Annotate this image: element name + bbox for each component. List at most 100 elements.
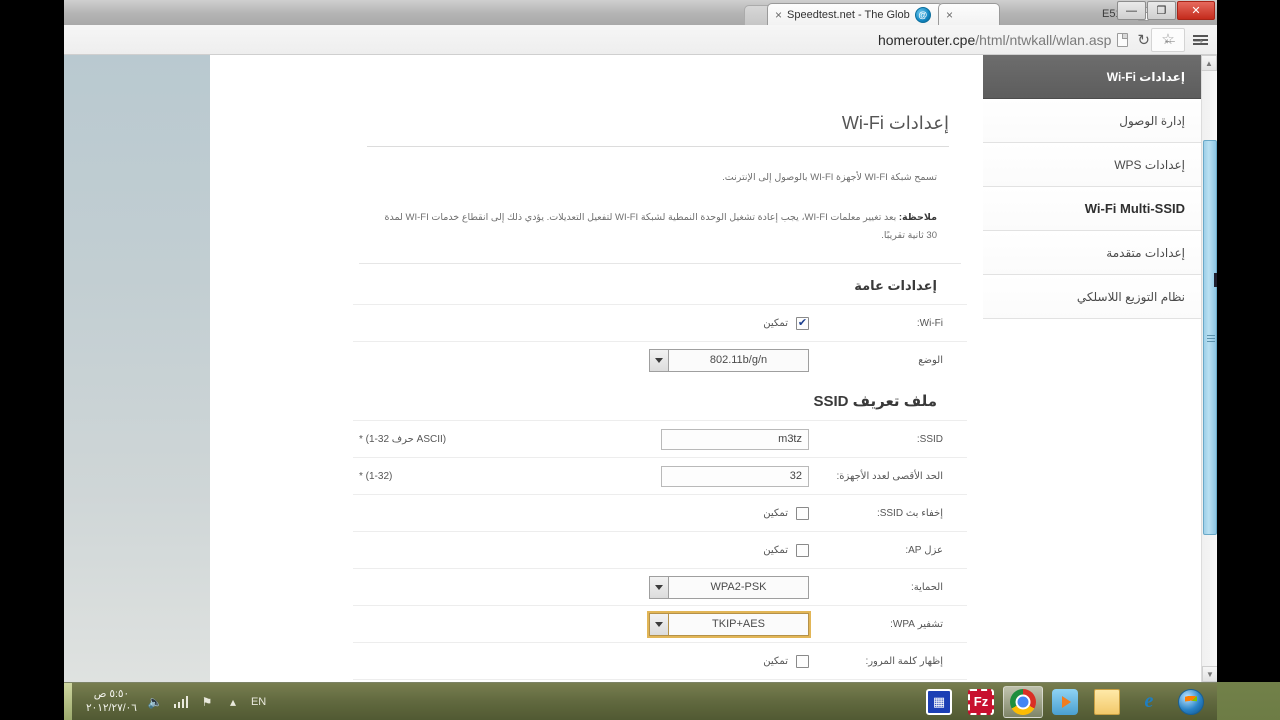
app-file-explorer[interactable] [1087, 686, 1127, 718]
note-label: ملاحظة: [898, 212, 937, 224]
checkbox-wifi-enable[interactable] [796, 316, 809, 330]
label-ap-isolation: عزل AP: [905, 544, 943, 556]
clock-date: ٢٠١٢/٢٧/٠٦ [86, 701, 137, 714]
section-heading-ssid: ملف تعريف SSID [813, 393, 937, 411]
row-ssid: SSID: * (1-32 حرف ASCII) [353, 420, 967, 457]
page-description-1: تسمح شبكة WI-FI لأجهزة WI-FI بالوصول إلى… [722, 172, 937, 183]
forward-icon[interactable]: → [1187, 31, 1209, 49]
chevron-down-icon[interactable] [649, 612, 668, 636]
letterbox-right [1217, 0, 1280, 682]
clock-time: ٥:٥٠ ص [93, 688, 130, 701]
browser-tabstrip: × Speedtest.net - The Glob @ × E5172 — ❐… [64, 0, 1217, 25]
scrollbar-grip [1207, 333, 1215, 343]
internet-explorer-icon: e [1144, 690, 1154, 712]
app-internet-explorer[interactable]: e [1129, 686, 1169, 718]
checkbox-show-password[interactable] [796, 654, 809, 668]
url-path: /html/ntwkall/wlan.asp [975, 32, 1112, 48]
show-hidden-icons-icon[interactable]: ▴ [225, 694, 241, 710]
scrollbar-marker [1214, 273, 1217, 287]
row-hide-ssid: إخفاء بث SSID: تمكين [353, 494, 967, 531]
chevron-down-icon[interactable] [649, 575, 668, 599]
label-mode: الوضع [918, 354, 943, 366]
screen: × Speedtest.net - The Glob @ × E5172 — ❐… [0, 0, 1280, 720]
window-controls: — ❐ ✕ [1116, 1, 1215, 20]
address-bar-url[interactable]: homerouter.cpe/html/ntwkall/wlan.asp [878, 32, 1111, 48]
letterbox-left [0, 0, 64, 720]
row-max-devices: الحد الأقصى لعدد الأجهزة: * (1-32) [353, 457, 967, 494]
nav-item-wifi-settings[interactable]: إعدادات Wi-Fi [983, 55, 1201, 99]
nav-item-wps-settings[interactable]: إعدادات WPS [983, 143, 1201, 187]
folder-icon [1094, 688, 1120, 715]
tab-close-icon[interactable]: × [775, 9, 782, 21]
start-strip[interactable] [64, 682, 72, 720]
reload-icon[interactable]: ↻ [1134, 31, 1153, 49]
router-main-content: إعدادات Wi-Fi تسمح شبكة WI-FI لأجهزة WI-… [353, 55, 983, 682]
checkbox-label-wifi-enable: تمكين [763, 317, 788, 329]
filezilla-icon: Fz [968, 688, 994, 715]
nav-item-wds[interactable]: نظام التوزيع اللاسلكي [983, 275, 1201, 319]
app-blue[interactable]: ▦ [919, 686, 959, 718]
router-nav-panel: إعدادات Wi-Fi إدارة الوصول إعدادات WPS W… [983, 55, 1201, 319]
close-button[interactable]: ✕ [1177, 1, 1215, 20]
app-windows-orb[interactable] [1171, 686, 1211, 718]
signal-bars-icon[interactable] [173, 694, 189, 710]
checkbox-hide-ssid[interactable] [796, 506, 809, 520]
media-player-icon [1052, 688, 1078, 715]
row-wifi-enable: Wi-Fi: تمكين [353, 304, 967, 341]
select-wpa-encryption-value: TKIP+AES [668, 612, 809, 636]
system-tray: ٥:٥٠ ص ٢٠١٢/٢٧/٠٦ 🔈 ⚑ ▴ EN [72, 688, 266, 714]
max-devices-input[interactable] [661, 465, 809, 487]
label-show-password: إظهار كلمة المرور: [865, 655, 943, 667]
tab-speedtest[interactable]: × Speedtest.net - The Glob @ [767, 3, 943, 25]
maximize-button[interactable]: ❐ [1147, 1, 1176, 20]
select-security[interactable]: WPA2-PSK [649, 575, 809, 599]
nav-item-access-management[interactable]: إدارة الوصول [983, 99, 1201, 143]
row-ap-isolation: عزل AP: تمكين [353, 531, 967, 568]
browser-window: × Speedtest.net - The Glob @ × E5172 — ❐… [64, 0, 1217, 682]
nav-item-advanced-settings[interactable]: إعدادات متقدمة [983, 231, 1201, 275]
ssid-input[interactable] [661, 428, 809, 450]
page-scrollbar[interactable]: ▲ ▼ [1201, 55, 1217, 682]
checkbox-ap-isolation[interactable] [796, 543, 809, 557]
speedtest-favicon: @ [914, 6, 931, 23]
chevron-down-icon[interactable] [649, 348, 668, 372]
hint-ssid: * (1-32 حرف ASCII) [359, 433, 447, 445]
taskbar-apps: ▦ Fz e [919, 685, 1217, 718]
nav-item-multi-ssid[interactable]: Wi-Fi Multi-SSID [983, 187, 1201, 231]
row-show-password: إظهار كلمة المرور: تمكين [353, 642, 967, 679]
volume-icon[interactable]: 🔈 [147, 694, 163, 710]
checkbox-label-ap-isolation: تمكين [763, 544, 788, 556]
omnibox[interactable]: homerouter.cpe/html/ntwkall/wlan.asp ↻ ←… [878, 25, 1217, 55]
language-indicator[interactable]: EN [251, 694, 266, 710]
scroll-up-icon[interactable]: ▲ [1201, 55, 1217, 71]
scroll-down-icon[interactable]: ▼ [1202, 666, 1217, 682]
checkbox-label-show-password: تمكين [763, 655, 788, 667]
label-security: الحماية: [910, 581, 943, 593]
minimize-button[interactable]: — [1117, 1, 1146, 20]
chrome-icon [1010, 688, 1036, 715]
page-description-2: ملاحظة: بعد تغيير معلمات WI-FI، يجب إعاد… [353, 209, 967, 245]
tab-close-icon[interactable]: × [946, 9, 953, 21]
label-wifi: Wi-Fi: [916, 317, 943, 329]
hint-max-devices: * (1-32) [359, 470, 393, 482]
page-left-background [64, 55, 210, 682]
page-info-icon[interactable] [1117, 33, 1129, 47]
browser-toolbar: ☆ homerouter.cpe/html/ntwkall/wlan.asp ↻… [64, 25, 1217, 55]
scrollbar-thumb[interactable] [1203, 140, 1217, 535]
router-admin-page: إعدادات Wi-Fi إدارة الوصول إعدادات WPS W… [210, 55, 1201, 682]
select-mode[interactable]: 802.11b/g/n [649, 348, 809, 372]
page-viewport: إعدادات Wi-Fi إدارة الوصول إعدادات WPS W… [64, 55, 1217, 682]
network-flag-icon[interactable]: ⚑ [199, 694, 215, 710]
checkbox-label-hide-ssid: تمكين [763, 507, 788, 519]
app-filezilla[interactable]: Fz [961, 686, 1001, 718]
label-max-devices: الحد الأقصى لعدد الأجهزة: [836, 470, 943, 482]
section-heading-general: إعدادات عامة [854, 278, 937, 294]
select-wpa-encryption[interactable]: TKIP+AES [647, 610, 811, 638]
tab-new[interactable]: × [938, 3, 1000, 25]
back-icon[interactable]: ← [1159, 31, 1181, 49]
taskbar-clock[interactable]: ٥:٥٠ ص ٢٠١٢/٢٧/٠٦ [86, 688, 137, 714]
blue-app-icon: ▦ [926, 688, 952, 715]
url-host: homerouter.cpe [877, 32, 976, 48]
app-chrome[interactable] [1003, 685, 1043, 718]
app-media-player[interactable] [1045, 686, 1085, 718]
